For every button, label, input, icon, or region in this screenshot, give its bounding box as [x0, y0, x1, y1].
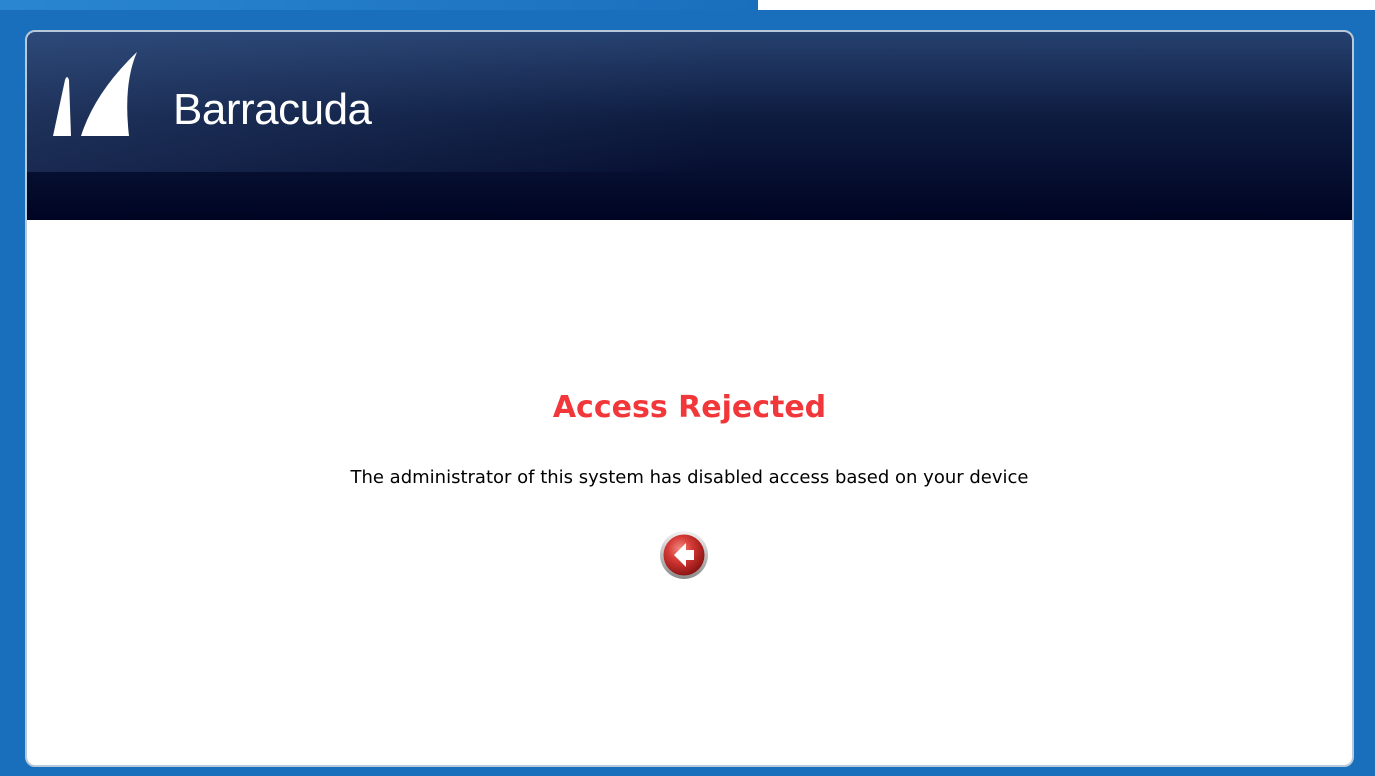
- page-title: Access Rejected: [552, 390, 827, 425]
- top-strip: [0, 0, 758, 10]
- back-arrow-icon: [660, 531, 708, 579]
- header-banner: Barracuda: [27, 32, 1352, 220]
- content-frame: Barracuda Access Rejected The administra…: [25, 30, 1354, 767]
- top-notch: [758, 0, 1375, 10]
- barracuda-fin-logo-icon: [53, 52, 137, 136]
- back-button[interactable]: [659, 530, 709, 580]
- brand-logo: Barracuda: [47, 44, 372, 140]
- brand-name: Barracuda: [173, 85, 372, 134]
- access-message: The administrator of this system has dis…: [350, 467, 1029, 488]
